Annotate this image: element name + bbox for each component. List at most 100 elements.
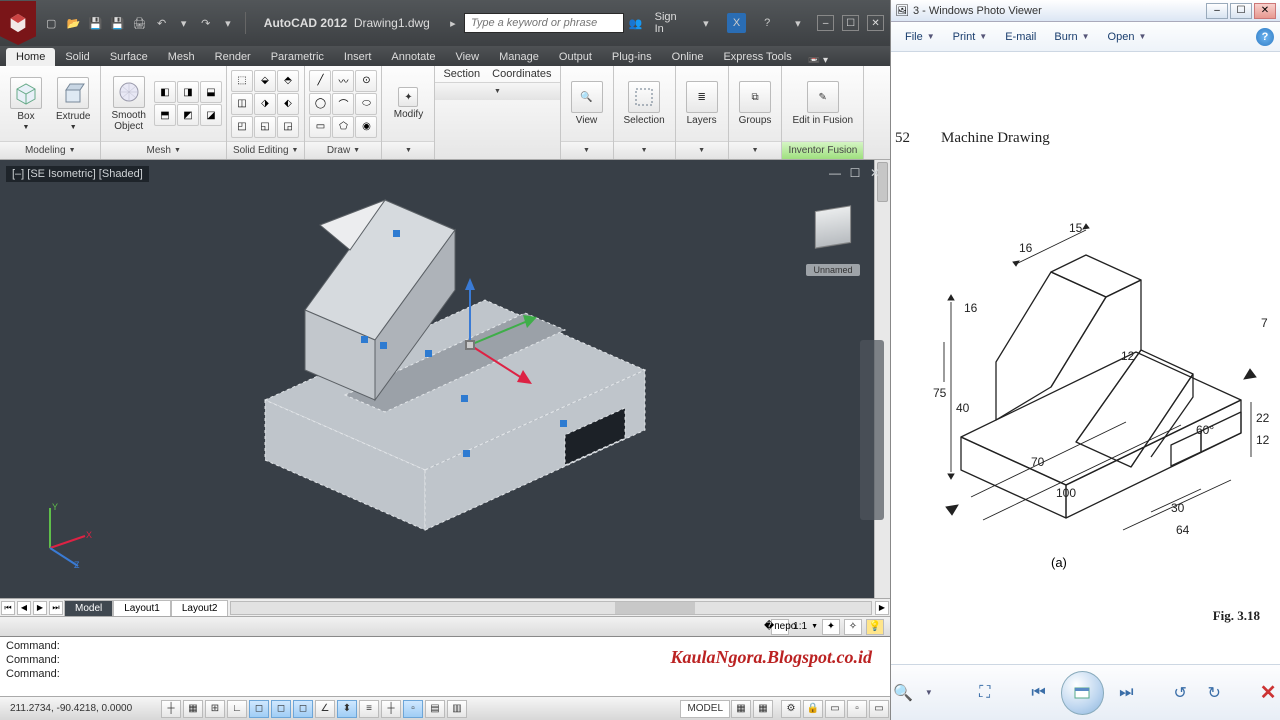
exchange-icon[interactable]: X — [727, 13, 746, 33]
hardware-accel-icon[interactable]: ▭ — [825, 700, 845, 718]
workspace-icon[interactable]: ⚙ — [781, 700, 801, 718]
solid-tool-icon[interactable]: ◫ — [231, 93, 253, 115]
slideshow-button[interactable] — [1061, 671, 1105, 715]
undo-icon[interactable]: ↶ — [153, 13, 171, 33]
extrude-button[interactable]: Extrude▼ — [50, 69, 96, 139]
tab-manage[interactable]: Manage — [489, 48, 549, 66]
edit-in-fusion-button[interactable]: ✎Edit in Fusion — [786, 69, 859, 139]
menu-email[interactable]: E-mail — [997, 28, 1044, 46]
chevron-down-icon[interactable]: ▾ — [789, 13, 808, 33]
lwt-icon[interactable]: ≡ — [359, 700, 379, 718]
tab-first-icon[interactable]: ⏮ — [1, 601, 15, 615]
actual-size-icon[interactable]: ⛶ — [973, 681, 997, 705]
draw-tool-icon[interactable]: 〰 — [332, 70, 354, 92]
tab-mesh[interactable]: Mesh — [158, 48, 205, 66]
chevron-down-icon[interactable]: ▾ — [697, 13, 716, 33]
scroll-right-icon[interactable]: ▶ — [875, 601, 889, 615]
otrack-icon[interactable]: ◻ — [293, 700, 313, 718]
solid-tool-icon[interactable]: ◱ — [254, 116, 276, 138]
draw-tool-icon[interactable]: ◉ — [355, 116, 377, 138]
menu-print[interactable]: Print▼ — [945, 28, 996, 46]
app-logo[interactable] — [0, 1, 36, 45]
mesh-tool-icon[interactable]: ◪ — [200, 104, 222, 126]
view-cube[interactable]: Unnamed — [806, 200, 860, 254]
box-button[interactable]: Box▼ — [4, 69, 48, 139]
tab-view[interactable]: View — [445, 48, 489, 66]
view-button[interactable]: 🔍View — [565, 69, 609, 139]
model-geometry[interactable] — [225, 170, 665, 550]
rotate-cw-icon[interactable]: ↻ — [1202, 681, 1226, 705]
grid-icon[interactable]: ▦ — [183, 700, 203, 718]
tab-output[interactable]: Output — [549, 48, 602, 66]
qp-icon[interactable]: ▫ — [403, 700, 423, 718]
chevron-down-icon[interactable]: ▾ — [219, 13, 237, 33]
tab-next-icon[interactable]: ▶ — [33, 601, 47, 615]
open-icon[interactable]: 📂 — [64, 13, 82, 33]
modify-button[interactable]: ✦Modify — [386, 69, 430, 139]
pv-canvas[interactable]: 52 Machine Drawing — [891, 52, 1280, 664]
tab-plugins[interactable]: Plug-ins — [602, 48, 662, 66]
solid-tool-icon[interactable]: ◲ — [277, 116, 299, 138]
prev-icon[interactable]: ⏮ — [1027, 681, 1051, 705]
viewport-label[interactable]: [–] [SE Isometric] [Shaded] — [6, 166, 149, 182]
tab-last-icon[interactable]: ⏭ — [49, 601, 63, 615]
navigation-bar[interactable] — [860, 340, 884, 520]
restore-button[interactable]: ☐ — [842, 15, 859, 31]
tab-annotate[interactable]: Annotate — [381, 48, 445, 66]
layout1-tab[interactable]: Layout1 — [113, 600, 171, 616]
draw-tool-icon[interactable]: ⬭ — [355, 93, 377, 115]
search-input[interactable] — [464, 13, 624, 33]
save-icon[interactable]: 💾 — [86, 13, 104, 33]
draw-tool-icon[interactable]: ◯ — [309, 93, 331, 115]
chevron-down-icon[interactable]: ▾ — [175, 13, 193, 33]
tab-parametric[interactable]: Parametric — [261, 48, 334, 66]
tpy-icon[interactable]: ┼ — [381, 700, 401, 718]
help-icon[interactable]: ? — [758, 13, 777, 33]
command-line[interactable]: KaulaNgora.Blogspot.co.id Command: Comma… — [0, 636, 890, 696]
tab-home[interactable]: Home — [6, 48, 55, 66]
section-button[interactable]: Section — [443, 68, 480, 80]
ribbon-options-icon[interactable]: 📼 ▾ — [808, 55, 828, 66]
mesh-tool-icon[interactable]: ⬒ — [154, 104, 176, 126]
bulb-icon[interactable]: 💡 — [866, 619, 884, 635]
minimize-button[interactable]: – — [1206, 3, 1228, 19]
sc-icon[interactable]: ▤ — [425, 700, 445, 718]
layers-button[interactable]: ≣Layers — [680, 69, 724, 139]
horizontal-scrollbar[interactable] — [230, 601, 872, 615]
quickview-drawings-icon[interactable]: ▦ — [753, 700, 773, 718]
viewport-maximize-icon[interactable]: ☐ — [848, 166, 862, 180]
ducs-icon[interactable]: ∠ — [315, 700, 335, 718]
draw-tool-icon[interactable]: ╱ — [309, 70, 331, 92]
model-tab[interactable]: Model — [64, 600, 113, 616]
mesh-tool-icon[interactable]: ◧ — [154, 81, 176, 103]
solid-tool-icon[interactable]: ⬗ — [254, 93, 276, 115]
tab-prev-icon[interactable]: ◀ — [17, 601, 31, 615]
draw-tool-icon[interactable]: ▭ — [309, 116, 331, 138]
quickview-layouts-icon[interactable]: ▦ — [731, 700, 751, 718]
minimize-button[interactable]: – — [817, 15, 834, 31]
tab-insert[interactable]: Insert — [334, 48, 382, 66]
rotate-ccw-icon[interactable]: ↺ — [1168, 681, 1192, 705]
play-icon[interactable]: ▸ — [444, 13, 462, 33]
selection-button[interactable]: Selection — [618, 69, 671, 139]
clean-screen-icon[interactable]: ▭ — [869, 700, 889, 718]
signin-label[interactable]: Sign In — [655, 11, 687, 35]
polar-icon[interactable]: ∟ — [227, 700, 247, 718]
viewport-close-icon[interactable]: ✕ — [868, 166, 882, 180]
tab-surface[interactable]: Surface — [100, 48, 158, 66]
coordinates-button[interactable]: Coordinates — [492, 68, 551, 80]
drawing-viewport[interactable]: [–] [SE Isometric] [Shaded] — ☐ ✕ Unname… — [0, 160, 890, 598]
layout2-tab[interactable]: Layout2 — [171, 600, 229, 616]
dyn-icon[interactable]: ⬍ — [337, 700, 357, 718]
solid-tool-icon[interactable]: ⬙ — [254, 70, 276, 92]
isolate-icon[interactable]: ▫ — [847, 700, 867, 718]
anno-scale[interactable]: 1:1 — [793, 621, 807, 632]
draw-tool-icon[interactable]: ⌒ — [332, 93, 354, 115]
osnap-icon[interactable]: ◻ — [249, 700, 269, 718]
viewport-minimize-icon[interactable]: — — [828, 166, 842, 180]
draw-tool-icon[interactable]: ⬠ — [332, 116, 354, 138]
tab-solid[interactable]: Solid — [55, 48, 99, 66]
tab-online[interactable]: Online — [662, 48, 714, 66]
mesh-tool-icon[interactable]: ◩ — [177, 104, 199, 126]
next-icon[interactable]: ⏭ — [1114, 681, 1138, 705]
